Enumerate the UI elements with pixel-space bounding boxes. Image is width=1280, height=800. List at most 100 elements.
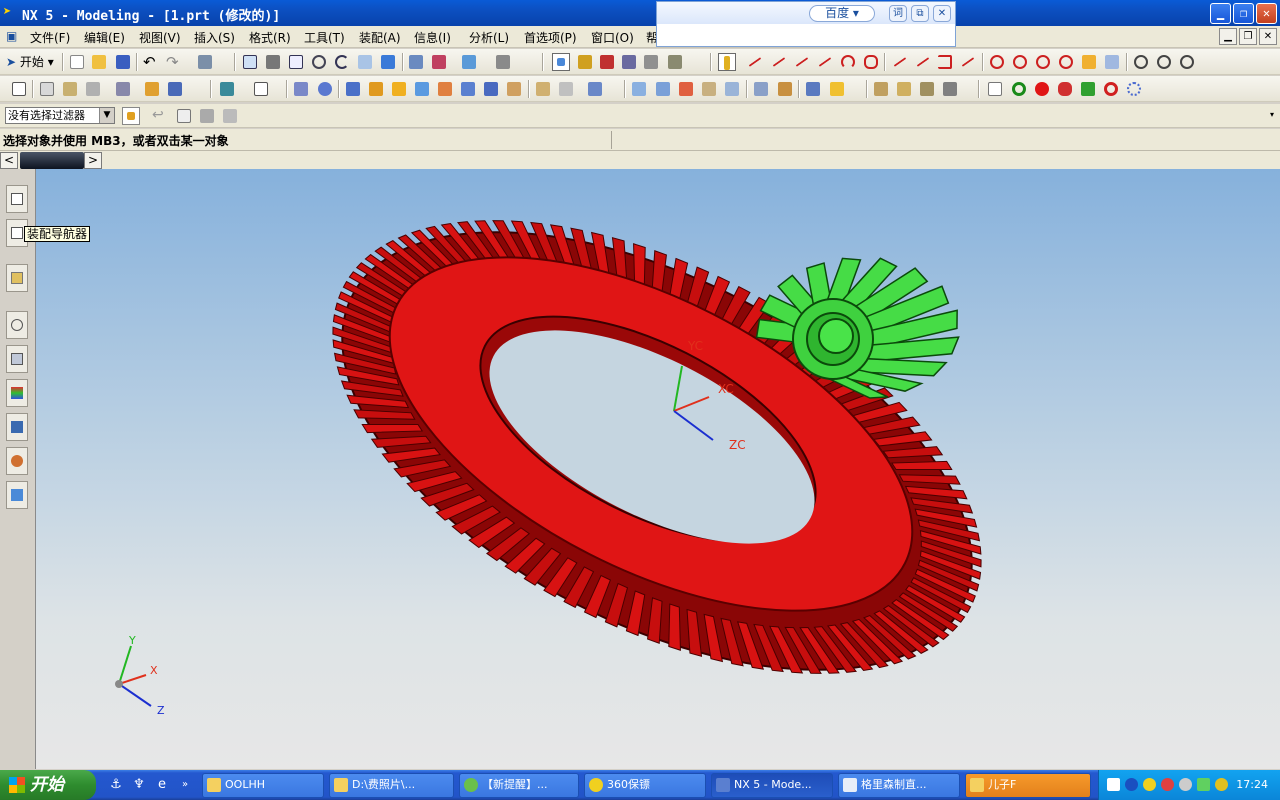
system-scenes-icon[interactable] (6, 481, 28, 509)
offset-curve-icon[interactable] (959, 53, 977, 71)
task-item[interactable]: 格里森制直... (838, 773, 960, 798)
close-button[interactable]: ✕ (1256, 3, 1277, 24)
bounded-plane-icon[interactable] (1103, 53, 1121, 71)
gear-model-canvas[interactable]: YC XC ZC Y X Z (36, 169, 1280, 769)
snap-quadrant-icon[interactable] (666, 53, 684, 71)
snap-point-icon[interactable] (576, 53, 594, 71)
anchor-icon[interactable]: ⚓ (108, 777, 124, 793)
menu-tools[interactable]: 工具(T) (304, 29, 345, 46)
assembly-navigator-icon[interactable] (6, 185, 28, 213)
baidu-restore-button[interactable]: ⧉ (911, 5, 929, 22)
process-studio-icon[interactable] (6, 413, 28, 441)
extrude-icon[interactable] (143, 80, 161, 98)
blend-icon[interactable] (482, 80, 500, 98)
pad-icon[interactable] (413, 80, 431, 98)
open-folder-icon[interactable] (90, 53, 108, 71)
tooltip-icon[interactable]: ♆ (131, 777, 147, 793)
task-item[interactable]: 【新提醒】... (459, 773, 579, 798)
start-menu-button[interactable]: ➤ 开始 ▾ (6, 53, 54, 71)
task-item[interactable]: OOLHH (202, 773, 324, 798)
point-set-icon[interactable] (1155, 53, 1173, 71)
offset-face-icon[interactable] (677, 80, 695, 98)
sketch-icon[interactable] (718, 53, 736, 71)
circle-3pt-icon[interactable] (1034, 53, 1052, 71)
slot-icon[interactable] (436, 80, 454, 98)
menu-assembly[interactable]: 装配(A) (359, 29, 401, 46)
sew-icon[interactable] (723, 80, 741, 98)
selection-icon[interactable] (552, 53, 570, 71)
chamfer-curve-icon[interactable] (891, 53, 909, 71)
circle-center-icon[interactable] (1011, 53, 1029, 71)
doc-restore-button[interactable]: ❐ (1239, 28, 1257, 45)
profile-icon[interactable] (770, 53, 788, 71)
minimize-button[interactable]: ▁ (1210, 3, 1231, 24)
back-icon[interactable] (1125, 778, 1138, 791)
tangent-line-icon[interactable] (816, 53, 834, 71)
sphere-icon[interactable] (316, 80, 334, 98)
deselect-icon[interactable] (221, 107, 239, 125)
task-item[interactable]: 360保镖 (584, 773, 706, 798)
render-icon[interactable] (84, 80, 102, 98)
shell-icon[interactable] (534, 80, 552, 98)
fillet-curve-icon[interactable] (914, 53, 932, 71)
pattern-icon[interactable] (557, 80, 575, 98)
network-icon[interactable] (1107, 778, 1120, 791)
menu-window[interactable]: 窗口(O) (591, 29, 634, 46)
palette-icon[interactable] (6, 264, 28, 292)
shaded-icon[interactable] (114, 80, 132, 98)
parallel-line-icon[interactable] (793, 53, 811, 71)
chevron-down-icon[interactable]: ▼ (99, 108, 114, 123)
cylinder-icon[interactable] (252, 80, 270, 98)
toolbar-options-icon[interactable]: ▾ (1270, 110, 1274, 119)
shield-tray-icon[interactable] (1161, 778, 1174, 791)
circle-icon[interactable] (988, 53, 1006, 71)
assembly-navigator-icon[interactable] (10, 80, 28, 98)
datum-point-icon[interactable] (1178, 53, 1196, 71)
shaded-icon[interactable] (264, 53, 282, 71)
snap-end-icon[interactable] (598, 53, 616, 71)
fit-view-icon[interactable] (241, 53, 259, 71)
baidu-dropdown[interactable]: 百度 ▾ (809, 5, 875, 22)
arc-icon[interactable] (839, 53, 857, 71)
menu-format[interactable]: 格式(R) (249, 29, 291, 46)
block-icon[interactable] (218, 80, 236, 98)
gear-feature-icon[interactable] (1033, 80, 1051, 98)
ie-icon[interactable]: e (154, 777, 170, 793)
ring-icon[interactable] (1102, 80, 1120, 98)
spline-icon[interactable] (862, 53, 880, 71)
task-item[interactable]: 儿子F (965, 773, 1091, 798)
menu-analysis[interactable]: 分析(L) (469, 29, 509, 46)
expression-icon[interactable] (941, 80, 959, 98)
task-item[interactable]: D:\费照片\... (329, 773, 454, 798)
part-navigator-icon[interactable] (38, 80, 56, 98)
baidu-word-button[interactable]: 词 (889, 5, 907, 22)
groove-icon[interactable] (459, 80, 477, 98)
boss-icon[interactable] (367, 80, 385, 98)
blank-sheet-icon[interactable] (986, 80, 1004, 98)
zoom-icon[interactable] (287, 53, 305, 71)
scroll-left-arrow-icon[interactable]: < (0, 152, 18, 169)
replace-face-icon[interactable] (828, 80, 846, 98)
system-materials-icon[interactable] (6, 379, 28, 407)
analysis-icon[interactable] (895, 80, 913, 98)
settings-icon[interactable] (1125, 80, 1143, 98)
assembly-icon[interactable] (407, 53, 425, 71)
trim-curve-icon[interactable] (936, 53, 954, 71)
select-all-icon[interactable] (198, 107, 216, 125)
qq-icon[interactable] (1143, 778, 1156, 791)
chamfer-icon[interactable] (505, 80, 523, 98)
menu-view[interactable]: 视图(V) (139, 29, 181, 46)
wcs-icon[interactable] (379, 53, 397, 71)
pan-icon[interactable] (356, 53, 374, 71)
scroll-right-arrow-icon[interactable]: > (84, 152, 102, 169)
undo-icon[interactable]: ↶ (143, 53, 161, 71)
snap-mid-icon[interactable] (620, 53, 638, 71)
type-filter-select[interactable]: 没有选择过滤器 ▼ (5, 107, 115, 124)
new-file-icon[interactable] (68, 53, 86, 71)
doc-minimize-button[interactable]: ▁ (1219, 28, 1237, 45)
scale-icon[interactable] (700, 80, 718, 98)
menu-file[interactable]: 文件(F) (30, 29, 70, 46)
baidu-close-button[interactable]: ✕ (933, 5, 951, 22)
clock[interactable]: 17:24 (1236, 778, 1268, 791)
menu-preferences[interactable]: 首选项(P) (524, 29, 577, 46)
